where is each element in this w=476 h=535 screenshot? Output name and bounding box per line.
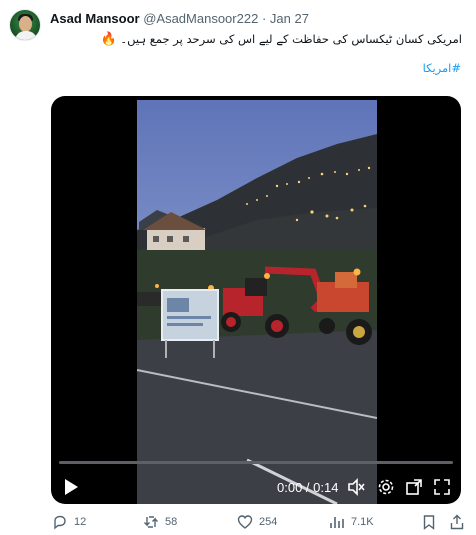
tweet-body: امریکی کسان ٹیکساس کی حفاظت کے لیے اس کی…	[120, 32, 462, 46]
exit-fullscreen-icon[interactable]	[405, 478, 423, 496]
hashtag-link[interactable]: #امریکا	[423, 61, 461, 75]
views-button[interactable]: 7.1K	[329, 512, 374, 532]
bookmark-icon	[423, 515, 435, 530]
video-time: 0:00 / 0:14	[277, 480, 339, 495]
reply-button[interactable]: 12	[52, 512, 86, 532]
tweet-header: Asad Mansoor @AsadMansoor222 · Jan 27	[50, 11, 309, 27]
video-frame[interactable]	[137, 100, 377, 504]
video-player[interactable]: 0:00 / 0:14	[51, 96, 461, 504]
display-name[interactable]: Asad Mansoor	[50, 11, 140, 26]
tweet-date[interactable]: Jan 27	[270, 11, 309, 26]
separator-dot: ·	[261, 11, 267, 26]
fullscreen-icon[interactable]	[433, 478, 451, 496]
repost-button[interactable]: 58	[143, 512, 177, 532]
heart-icon	[237, 515, 253, 529]
like-button[interactable]: 254	[237, 512, 277, 532]
reply-icon	[54, 515, 66, 530]
share-button[interactable]	[449, 512, 465, 532]
share-icon	[450, 514, 464, 530]
play-icon[interactable]	[63, 478, 79, 496]
avatar-body	[15, 31, 37, 40]
reply-count: 12	[74, 516, 87, 528]
repost-count: 58	[165, 516, 178, 528]
tweet-text: امریکی کسان ٹیکساس کی حفاظت کے لیے اس کی…	[101, 30, 462, 49]
views-count: 7.1K	[351, 516, 374, 528]
fire-emoji: 🔥	[100, 32, 117, 47]
user-handle[interactable]: @AsadMansoor222	[143, 11, 258, 26]
action-bar: 12 58 254 7.1K	[0, 512, 476, 532]
like-count: 254	[259, 516, 278, 528]
video-scene	[137, 100, 377, 504]
video-progress-bar[interactable]	[59, 461, 453, 464]
settings-icon[interactable]	[377, 478, 395, 496]
views-icon	[330, 517, 344, 528]
volume-icon[interactable]	[347, 478, 365, 496]
avatar[interactable]	[9, 9, 41, 41]
video-controls: 0:00 / 0:14	[51, 472, 461, 502]
avatar-face	[19, 16, 32, 32]
bookmark-button[interactable]	[421, 512, 437, 532]
repost-icon	[144, 516, 158, 528]
